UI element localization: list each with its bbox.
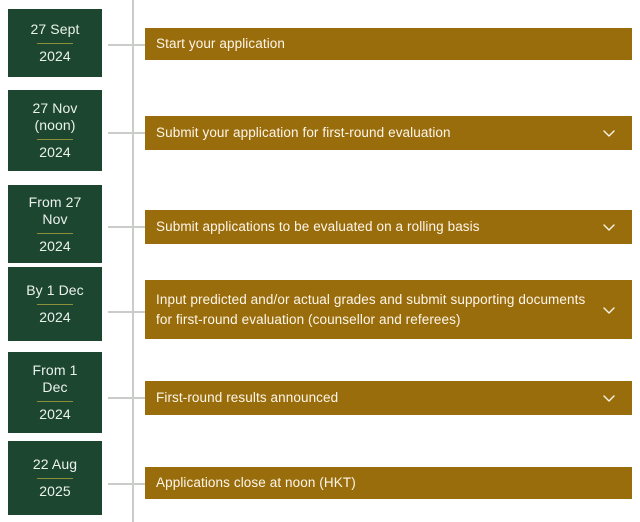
- timeline-date-line-1: 27 Nov: [32, 100, 78, 116]
- timeline-connector: [108, 226, 146, 228]
- timeline-connector: [108, 44, 146, 46]
- timeline-date-line-1: 27 Sept: [30, 21, 80, 37]
- timeline-date-line-1: From 27: [28, 193, 82, 210]
- timeline-date-divider: [37, 478, 73, 479]
- timeline-date-card: By 1 Dec 2024: [8, 267, 102, 341]
- timeline-date-year: 2024: [39, 309, 71, 325]
- application-timeline: 27 Sept 2024 Start your application 27 N…: [0, 0, 640, 522]
- timeline-date-line-2: (noon): [34, 117, 76, 133]
- timeline-date-card: From 1 Dec 2024: [8, 352, 102, 433]
- timeline-date-year: 2024: [39, 144, 71, 160]
- timeline-date-line-1: From 1: [32, 362, 78, 378]
- timeline-row: 27 Sept 2024 Start your application: [0, 0, 640, 88]
- timeline-task-label: Submit applications to be evaluated on a…: [156, 219, 480, 234]
- timeline-date-primary: From 27 Nov: [29, 194, 82, 228]
- timeline-task-bar[interactable]: Start your application: [145, 28, 632, 60]
- timeline-task-bar[interactable]: First-round results announced: [145, 381, 632, 415]
- timeline-date-card: From 27 Nov 2024: [8, 185, 102, 263]
- timeline-date-line-1: By 1 Dec: [26, 282, 84, 298]
- timeline-date-card: 27 Nov (noon) 2024: [8, 90, 102, 171]
- timeline-date-primary: 27 Sept: [31, 21, 80, 38]
- timeline-date-primary: 22 Aug: [33, 456, 77, 473]
- timeline-date-divider: [37, 139, 73, 140]
- timeline-date-year: 2024: [39, 406, 71, 422]
- timeline-date-line-1: 22 Aug: [32, 456, 78, 472]
- timeline-date-primary: By 1 Dec: [26, 282, 84, 299]
- chevron-down-icon[interactable]: [600, 218, 618, 236]
- chevron-down-icon[interactable]: [600, 301, 618, 319]
- timeline-task-label: Applications close at noon (HKT): [156, 475, 356, 490]
- timeline-connector: [108, 483, 146, 485]
- timeline-date-divider: [37, 43, 73, 44]
- timeline-task-bar[interactable]: Input predicted and/or actual grades and…: [145, 280, 632, 339]
- timeline-row: 22 Aug 2025 Applications close at noon (…: [0, 437, 640, 522]
- timeline-date-divider: [37, 304, 73, 305]
- timeline-date-primary: 27 Nov (noon): [33, 100, 78, 134]
- timeline-task-label: First-round results announced: [156, 390, 339, 405]
- timeline-task-label: Input predicted and/or actual grades and…: [156, 291, 586, 327]
- timeline-date-card: 22 Aug 2025: [8, 441, 102, 515]
- timeline-date-line-2: Dec: [42, 379, 68, 395]
- timeline-date-divider: [37, 401, 73, 402]
- timeline-date-card: 27 Sept 2024: [8, 9, 102, 77]
- timeline-task-label: Submit your application for first-round …: [156, 125, 451, 140]
- timeline-connector: [108, 132, 146, 134]
- timeline-date-primary: From 1 Dec: [33, 362, 78, 396]
- timeline-row: From 27 Nov 2024 Submit applications to …: [0, 183, 640, 267]
- timeline-connector: [108, 397, 146, 399]
- timeline-date-line-2: Nov: [42, 210, 68, 227]
- timeline-task-bar[interactable]: Applications close at noon (HKT): [145, 467, 632, 499]
- timeline-date-year: 2024: [39, 237, 71, 254]
- timeline-task-label: Start your application: [156, 36, 286, 51]
- timeline-row: From 1 Dec 2024 First-round results anno…: [0, 352, 640, 437]
- timeline-task-bar[interactable]: Submit applications to be evaluated on a…: [145, 210, 632, 244]
- timeline-row: 27 Nov (noon) 2024 Submit your applicati…: [0, 88, 640, 183]
- timeline-date-divider: [37, 232, 73, 234]
- timeline-row: By 1 Dec 2024 Input predicted and/or act…: [0, 267, 640, 352]
- timeline-connector: [108, 311, 146, 313]
- chevron-down-icon[interactable]: [600, 389, 618, 407]
- timeline-task-bar[interactable]: Submit your application for first-round …: [145, 116, 632, 150]
- timeline-date-year: 2025: [39, 483, 71, 499]
- timeline-date-year: 2024: [39, 48, 71, 64]
- chevron-down-icon[interactable]: [600, 124, 618, 142]
